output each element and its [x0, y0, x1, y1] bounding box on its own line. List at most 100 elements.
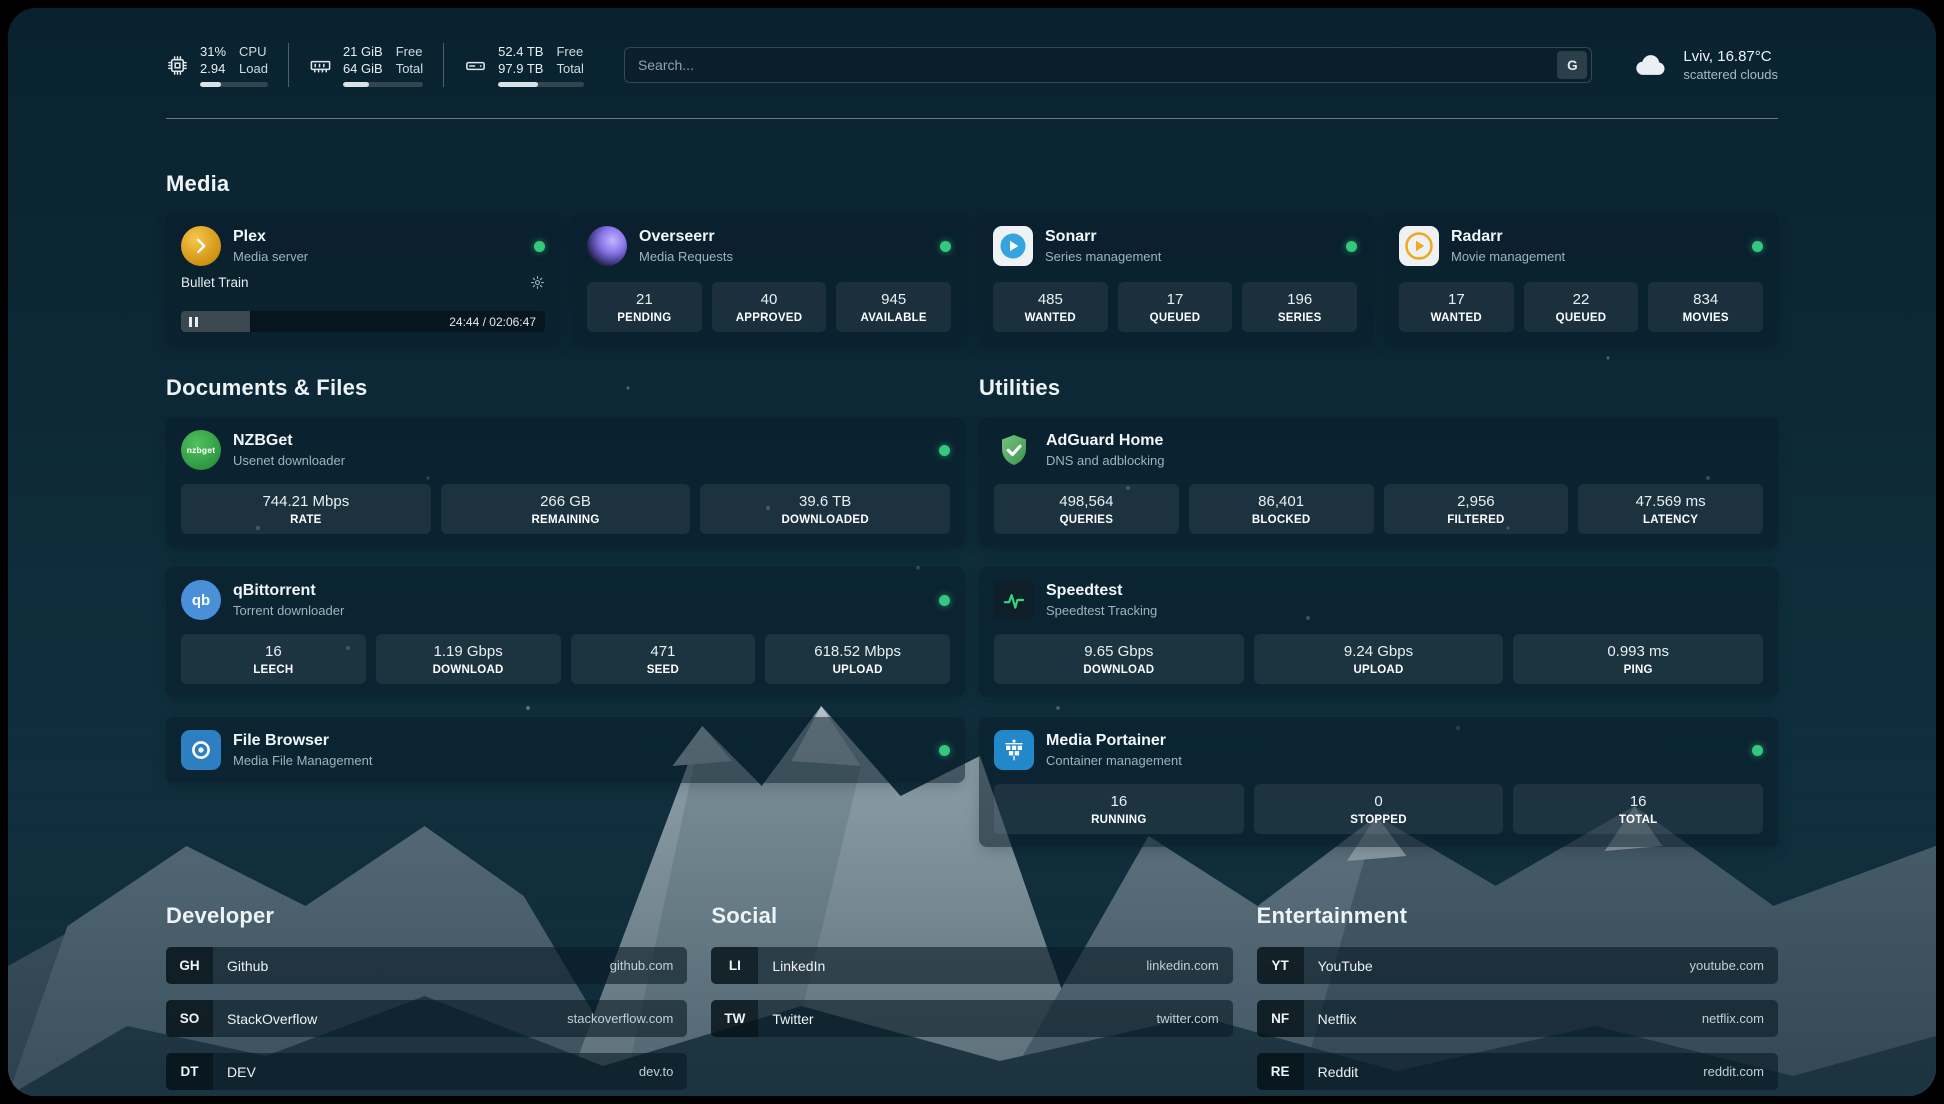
- app-card-radarr[interactable]: Radarr Movie management 17 WANTED 22 QUE…: [1384, 213, 1778, 345]
- stat-label: UPLOAD: [769, 664, 946, 676]
- app-description: DNS and adblocking: [1046, 453, 1165, 468]
- ram-free-label: Free: [396, 43, 423, 60]
- disk-progress-bar: [498, 82, 584, 87]
- bookmark-reddit[interactable]: RE Reddit reddit.com: [1257, 1053, 1778, 1090]
- stat-label: STOPPED: [1258, 814, 1500, 826]
- app-card-adguard[interactable]: AdGuard Home DNS and adblocking 498,564 …: [979, 417, 1778, 547]
- plex-progress-bar[interactable]: 24:44 / 02:06:47: [181, 311, 545, 332]
- stat-value: 9.24 Gbps: [1258, 643, 1500, 660]
- stat-box: 0.993 ms PING: [1513, 634, 1763, 684]
- app-card-overseerr[interactable]: Overseerr Media Requests 21 PENDING 40 A…: [572, 213, 966, 345]
- ram-total-value: 64 GiB: [343, 60, 383, 77]
- search-bar[interactable]: G: [624, 47, 1592, 83]
- stat-value: 618.52 Mbps: [769, 643, 946, 660]
- stat-label: AVAILABLE: [840, 312, 947, 324]
- stat-value: 1.19 Gbps: [380, 643, 557, 660]
- app-description: Speedtest Tracking: [1046, 603, 1157, 618]
- stat-label: PING: [1517, 664, 1759, 676]
- stat-value: 86,401: [1193, 493, 1370, 510]
- adguard-icon: [994, 430, 1034, 470]
- section-media: Media Plex Media server: [166, 171, 1778, 345]
- bookmark-group-social: Social LI LinkedIn linkedin.com TW Twitt…: [711, 903, 1232, 1090]
- bookmark-url: stackoverflow.com: [567, 1011, 673, 1026]
- bookmark-linkedin[interactable]: LI LinkedIn linkedin.com: [711, 947, 1232, 984]
- disk-total-label: Total: [556, 60, 583, 77]
- weather-widget[interactable]: Lviv, 16.87°C scattered clouds: [1632, 46, 1778, 84]
- stat-box: 86,401 BLOCKED: [1189, 484, 1374, 534]
- search-engine-button[interactable]: G: [1557, 51, 1587, 79]
- disk-total-value: 97.9 TB: [498, 60, 543, 77]
- bookmark-name: LinkedIn: [772, 958, 825, 974]
- stat-box: 266 GB REMAINING: [441, 484, 691, 534]
- bookmark-dev[interactable]: DT DEV dev.to: [166, 1053, 687, 1090]
- bookmark-abbr: YT: [1257, 947, 1304, 984]
- sonarr-icon: [993, 226, 1033, 266]
- stat-label: DOWNLOAD: [380, 664, 557, 676]
- app-description: Media Requests: [639, 249, 733, 264]
- stat-label: WANTED: [1403, 312, 1510, 324]
- app-card-portainer[interactable]: Media Portainer Container management 16 …: [979, 717, 1778, 847]
- bookmark-youtube[interactable]: YT YouTube youtube.com: [1257, 947, 1778, 984]
- plex-icon: [181, 226, 221, 266]
- app-description: Media File Management: [233, 753, 372, 768]
- developer-section-title: Developer: [166, 903, 687, 929]
- documents-section-title: Documents & Files: [166, 375, 965, 401]
- stat-value: 0.993 ms: [1517, 643, 1759, 660]
- stat-value: 21: [591, 291, 698, 308]
- stat-label: QUEUED: [1528, 312, 1635, 324]
- bookmark-url: youtube.com: [1690, 958, 1764, 973]
- app-name: NZBGet: [233, 432, 345, 450]
- app-name: AdGuard Home: [1046, 432, 1165, 450]
- topbar-divider: [166, 118, 1778, 119]
- app-card-speedtest[interactable]: Speedtest Speedtest Tracking 9.65 Gbps D…: [979, 567, 1778, 697]
- stat-value: 744.21 Mbps: [185, 493, 427, 510]
- bookmark-url: dev.to: [639, 1064, 673, 1079]
- bookmark-stackoverflow[interactable]: SO StackOverflow stackoverflow.com: [166, 1000, 687, 1037]
- stat-box: 9.65 Gbps DOWNLOAD: [994, 634, 1244, 684]
- nzbget-icon: nzbget: [181, 430, 221, 470]
- stat-box: 17 WANTED: [1399, 282, 1514, 332]
- utilities-section-title: Utilities: [979, 375, 1778, 401]
- stat-label: TOTAL: [1517, 814, 1759, 826]
- status-dot: [1752, 241, 1763, 252]
- nzbget-icon-text: nzbget: [187, 445, 216, 455]
- bookmark-group-entertainment: Entertainment YT YouTube youtube.com NF …: [1257, 903, 1778, 1090]
- search-input[interactable]: [638, 57, 1557, 73]
- bookmark-github[interactable]: GH Github github.com: [166, 947, 687, 984]
- cpu-label: CPU: [239, 43, 268, 60]
- stat-value: 9.65 Gbps: [998, 643, 1240, 660]
- ram-progress-bar: [343, 82, 423, 87]
- stat-box: 22 QUEUED: [1524, 282, 1639, 332]
- app-card-nzbget[interactable]: nzbget NZBGet Usenet downloader 744.21 M…: [166, 417, 965, 547]
- bookmark-name: Netflix: [1318, 1011, 1357, 1027]
- stat-value: 471: [575, 643, 752, 660]
- disk-free-value: 52.4 TB: [498, 43, 543, 60]
- status-dot: [534, 241, 545, 252]
- system-widgets: 31% 2.94 CPU Load: [166, 43, 584, 87]
- gear-icon[interactable]: [530, 275, 545, 290]
- now-playing-title: Bullet Train: [181, 275, 249, 290]
- bookmark-abbr: NF: [1257, 1000, 1304, 1037]
- bookmark-url: linkedin.com: [1146, 958, 1218, 973]
- pause-button[interactable]: [189, 317, 198, 327]
- bookmark-url: reddit.com: [1703, 1064, 1764, 1079]
- app-card-sonarr[interactable]: Sonarr Series management 485 WANTED 17 Q…: [978, 213, 1372, 345]
- app-card-qbittorrent[interactable]: qb qBittorrent Torrent downloader 16: [166, 567, 965, 697]
- app-card-filebrowser[interactable]: File Browser Media File Management: [166, 717, 965, 783]
- section-documents: Documents & Files nzbget NZBGet Usenet d…: [166, 375, 965, 783]
- status-dot: [939, 595, 950, 606]
- stat-label: SERIES: [1246, 312, 1353, 324]
- stat-label: QUEUED: [1122, 312, 1229, 324]
- memory-widget: 21 GiB 64 GiB Free Total: [309, 43, 444, 87]
- stat-box: 17 QUEUED: [1118, 282, 1233, 332]
- app-card-plex[interactable]: Plex Media server Bullet Train: [166, 213, 560, 345]
- bookmark-name: Twitter: [772, 1011, 813, 1027]
- bookmark-url: twitter.com: [1157, 1011, 1219, 1026]
- stat-box: 21 PENDING: [587, 282, 702, 332]
- bookmark-netflix[interactable]: NF Netflix netflix.com: [1257, 1000, 1778, 1037]
- stat-value: 17: [1122, 291, 1229, 308]
- bookmark-twitter[interactable]: TW Twitter twitter.com: [711, 1000, 1232, 1037]
- app-name: Radarr: [1451, 228, 1565, 246]
- bookmark-name: YouTube: [1318, 958, 1373, 974]
- bookmark-abbr: RE: [1257, 1053, 1304, 1090]
